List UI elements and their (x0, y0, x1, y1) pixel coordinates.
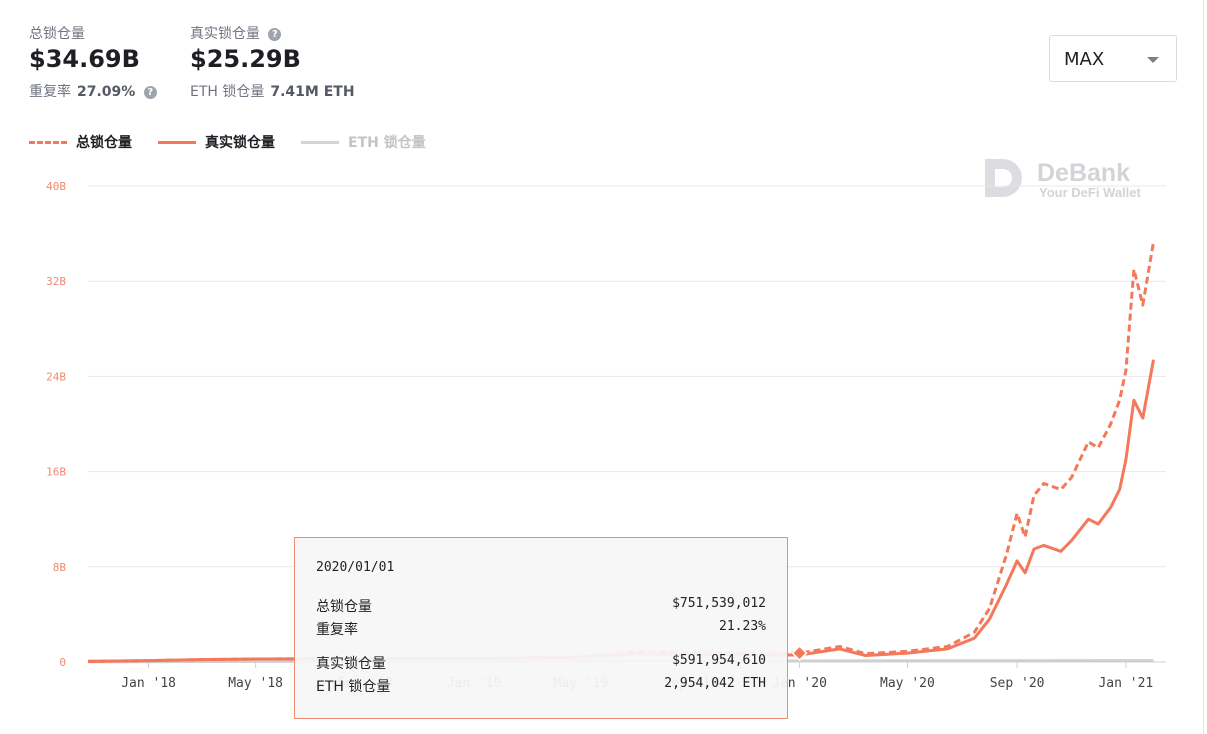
tooltip-row-total-tvl: 总锁仓量 $751,539,012 (316, 596, 766, 616)
tooltip-label: ETH 锁仓量 (316, 679, 391, 695)
x-tick-label: Jan '21 (1098, 676, 1153, 691)
tooltip-row-eth-tvl: ETH 锁仓量 2,954,042 ETH (316, 676, 766, 696)
tooltip-label: 重复率 (316, 622, 358, 638)
y-tick-label: 8B (53, 561, 67, 574)
x-tick-label: May '20 (880, 676, 935, 691)
tooltip-row-overlap: 重复率 21.23% (316, 619, 766, 639)
y-tick-label: 24B (46, 370, 66, 383)
highlight-marker (791, 645, 808, 662)
tooltip-value: 2,954,042 ETH (664, 676, 766, 691)
x-tick-label: May '18 (228, 676, 283, 691)
x-tick-label: Sep '20 (990, 676, 1045, 691)
tooltip-label: 真实锁仓量 (316, 656, 386, 672)
tooltip-row-real-tvl: 真实锁仓量 $591,954,610 (316, 653, 766, 673)
tooltip-date: 2020/01/01 (316, 560, 395, 575)
tooltip-label: 总锁仓量 (316, 599, 372, 615)
tooltip-value: 21.23% (719, 619, 766, 634)
x-tick-label: Jan '18 (121, 676, 176, 691)
chart-tooltip: 2020/01/01 总锁仓量 $751,539,012 重复率 21.23% … (294, 537, 788, 719)
tooltip-value: $751,539,012 (672, 596, 766, 611)
tooltip-value: $591,954,610 (672, 653, 766, 668)
y-tick-label: 16B (46, 466, 66, 479)
y-tick-label: 0 (59, 656, 66, 669)
y-tick-label: 32B (46, 275, 66, 288)
y-tick-label: 40B (46, 180, 66, 193)
